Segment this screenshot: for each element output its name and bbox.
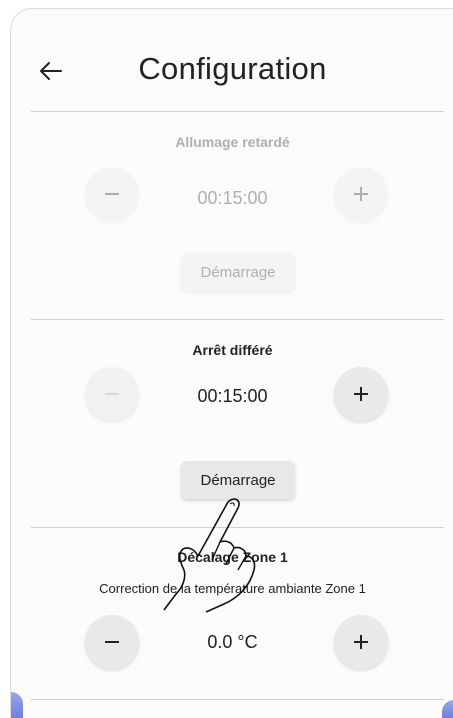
increment-button[interactable]: [334, 167, 388, 221]
app-window: Configuration Allumage retardé 00:15:00 …: [10, 8, 453, 718]
start-button[interactable]: Démarrage: [181, 461, 295, 499]
section-title-delayed-stop: Arrêt différé: [192, 342, 273, 358]
section-subtitle-zone-offset: Correction de la température ambiante Zo…: [99, 581, 366, 596]
app-header: Configuration: [11, 49, 453, 99]
section-title-zone-offset: Décalage Zone 1: [177, 549, 288, 565]
plus-icon: [354, 187, 368, 201]
divider: [31, 111, 444, 112]
increment-button[interactable]: [334, 615, 388, 669]
page-title: Configuration: [138, 51, 327, 86]
plus-icon: [354, 635, 368, 649]
divider: [31, 319, 444, 320]
divider: [31, 699, 444, 700]
window-corner-accent: [11, 692, 23, 718]
plus-icon: [354, 387, 368, 401]
start-button[interactable]: Démarrage: [181, 253, 295, 291]
section-title-delayed-start: Allumage retardé: [175, 134, 290, 150]
window-corner-accent: [442, 700, 453, 718]
increment-button[interactable]: [334, 367, 388, 421]
divider: [31, 527, 444, 528]
